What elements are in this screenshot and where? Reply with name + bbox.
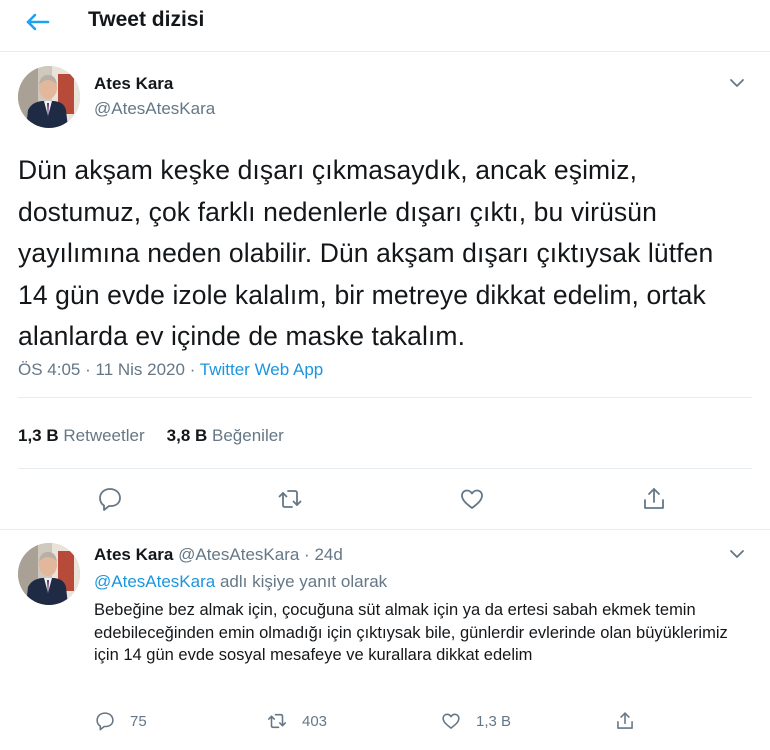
tweet-age[interactable]: 24d [314, 545, 342, 564]
author-name[interactable]: Ates Kara [94, 74, 173, 94]
tweet-text: Bebeğine bez almak için, çocuğuna süt al… [94, 601, 728, 664]
avatar[interactable] [18, 66, 80, 128]
likes-stat[interactable]: 3,8 B Beğeniler [167, 426, 284, 445]
back-arrow-icon[interactable] [22, 6, 54, 38]
meta-separator: · [304, 545, 315, 564]
author-name[interactable]: Ates Kara [94, 545, 173, 564]
tweet-stats: 1,3 B Retweetler 3,8 B Beğeniler [18, 426, 284, 446]
likes-label: Beğeniler [212, 426, 284, 445]
author-handle[interactable]: @AtesAtesKara [178, 545, 299, 564]
like-count: 1,3 B [476, 712, 512, 730]
author-handle[interactable]: @AtesAtesKara [94, 99, 215, 119]
replying-to-label: adlı kişiye yanıt olarak [219, 572, 388, 591]
tweet-date[interactable]: 11 Nis 2020 [96, 360, 185, 379]
meta-separator: · [85, 360, 96, 379]
main-tweet: Ates Kara @AtesAtesKara Dün akşam keşke … [0, 52, 770, 530]
retweet-icon [267, 713, 287, 729]
retweets-count: 1,3 B [18, 426, 59, 445]
reply-header: Ates Kara @AtesAtesKara · 24d [94, 545, 343, 565]
like-icon[interactable] [458, 485, 486, 513]
retweet-icon[interactable] [276, 485, 304, 513]
share-icon [617, 712, 633, 729]
likes-count: 3,8 B [166, 426, 208, 445]
divider [18, 397, 752, 398]
tweet-source[interactable]: Twitter Web App [200, 360, 323, 379]
retweet-count: 403 [302, 712, 328, 730]
page-header: Tweet dizisi [0, 0, 770, 52]
chevron-down-icon[interactable] [726, 543, 748, 565]
replying-to: @AtesAtesKara adlı kişiye yanıt olarak [94, 572, 387, 592]
chevron-down-icon[interactable] [726, 72, 748, 94]
reply-icon [96, 712, 114, 731]
meta-separator: · [189, 360, 200, 379]
page-title: Tweet dizisi [88, 8, 205, 31]
retweet-action[interactable]: 403 [266, 709, 327, 733]
share-action[interactable] [614, 709, 650, 733]
reply-icon[interactable] [96, 485, 124, 513]
tweet-time[interactable]: ÖS 4:05 [18, 360, 80, 379]
avatar[interactable] [18, 543, 80, 605]
retweets-stat[interactable]: 1,3 B Retweetler [18, 426, 145, 445]
share-icon[interactable] [640, 485, 668, 513]
reply-action[interactable]: 75 [94, 709, 147, 733]
tweet-meta: ÖS 4:05 · 11 Nis 2020 · Twitter Web App [18, 360, 323, 380]
like-action[interactable]: 1,3 B [440, 709, 511, 733]
mention-link[interactable]: @AtesAtesKara [94, 572, 215, 591]
reply-count: 75 [130, 712, 147, 730]
like-icon [442, 713, 460, 729]
retweets-label: Retweetler [63, 426, 145, 445]
reply-tweet[interactable]: Ates Kara @AtesAtesKara · 24d @AtesAtesK… [0, 531, 770, 750]
tweet-text: Dün akşam keşke dışarı çıkmasaydık, anca… [18, 155, 714, 351]
divider [18, 468, 752, 469]
